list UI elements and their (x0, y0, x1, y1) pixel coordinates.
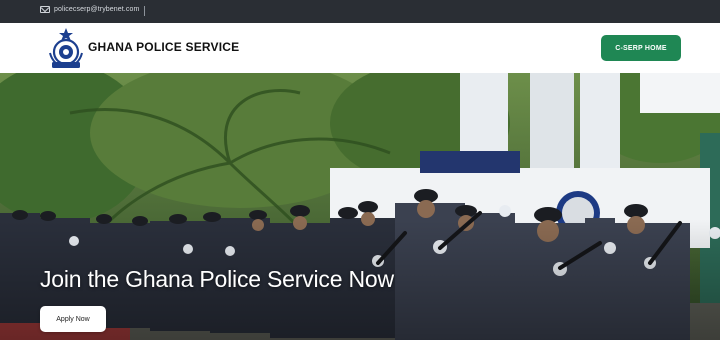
apply-now-button[interactable]: Apply Now (40, 306, 106, 332)
hero-banner: Join the Ghana Police Service Now Apply … (0, 73, 720, 340)
hero-title: Join the Ghana Police Service Now (40, 266, 394, 292)
cserp-home-button[interactable]: C-SERP HOME (601, 35, 681, 61)
top-bar: policecserp@trybenet.com (0, 0, 720, 23)
contact-email[interactable]: policecserp@trybenet.com (54, 6, 139, 13)
site-brand-name[interactable]: GHANA POLICE SERVICE (88, 40, 239, 54)
police-crest-icon[interactable] (44, 25, 88, 71)
mail-icon (40, 6, 50, 13)
top-bar-divider (144, 6, 145, 16)
hero-photo (0, 73, 720, 340)
site-header: GHANA POLICE SERVICE C-SERP HOME (0, 23, 720, 73)
